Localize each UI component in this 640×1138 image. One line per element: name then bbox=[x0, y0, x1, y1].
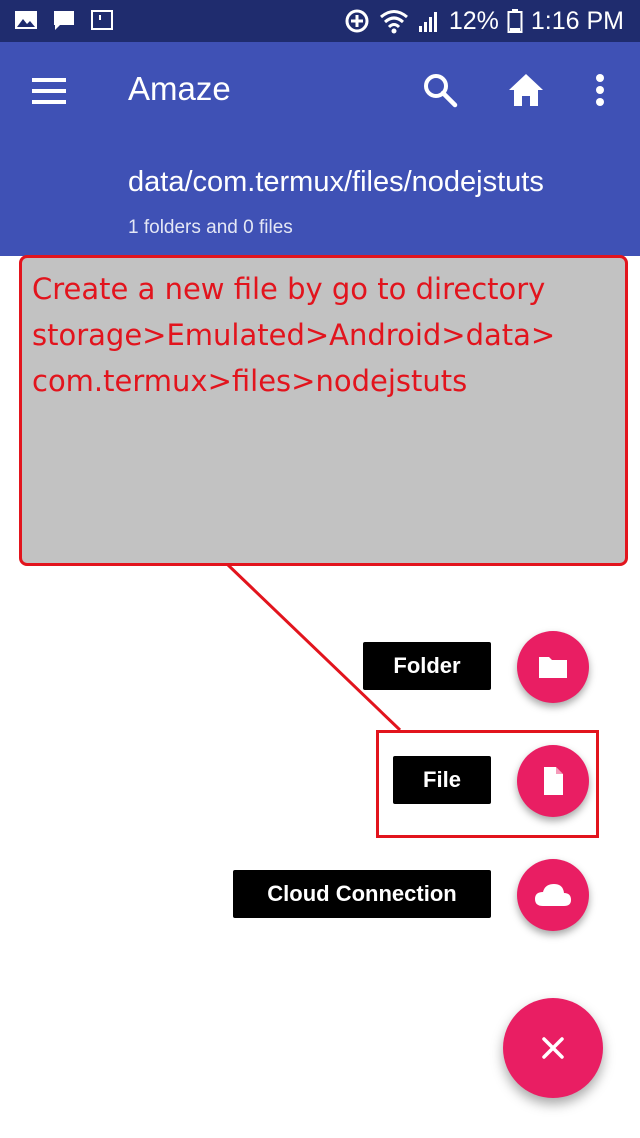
close-fab-button[interactable] bbox=[503, 998, 603, 1098]
battery-percent: 12% bbox=[448, 6, 499, 35]
folder-icon bbox=[539, 657, 567, 678]
signal-icon bbox=[418, 12, 437, 32]
status-left-icons bbox=[14, 9, 114, 31]
message-icon bbox=[54, 11, 74, 30]
folder-option-label[interactable]: Folder bbox=[363, 642, 491, 690]
status-right: 12% 1:16 PM bbox=[343, 6, 624, 36]
cloud-option-label[interactable]: Cloud Connection bbox=[233, 870, 491, 918]
cloud-icon bbox=[535, 884, 571, 906]
current-path[interactable]: data/com.termux/files/nodejstuts bbox=[128, 166, 544, 199]
app-title: Amaze bbox=[128, 70, 231, 107]
menu-icon[interactable] bbox=[30, 74, 70, 108]
file-option-highlight bbox=[376, 730, 599, 838]
new-cloud-connection-button[interactable] bbox=[517, 859, 589, 931]
clock: 1:16 PM bbox=[530, 6, 624, 35]
home-icon[interactable] bbox=[506, 70, 546, 110]
notification-icon bbox=[91, 10, 113, 30]
data-saver-icon bbox=[345, 9, 369, 33]
search-icon[interactable] bbox=[420, 70, 460, 110]
more-vert-icon[interactable] bbox=[580, 70, 620, 110]
wifi-icon bbox=[379, 10, 408, 34]
item-count: 1 folders and 0 files bbox=[128, 217, 293, 238]
status-bar: 12% 1:16 PM bbox=[0, 0, 640, 42]
annotation-callout: Create a new file by go to directory sto… bbox=[19, 255, 628, 566]
new-folder-button[interactable] bbox=[517, 631, 589, 703]
image-icon bbox=[15, 11, 37, 29]
annotation-line-2: storage>Emulated>Android>data> bbox=[32, 318, 556, 352]
app-bar: Amaze data/com.termux/files/nodejstuts 1… bbox=[0, 42, 640, 256]
close-icon bbox=[542, 1037, 564, 1059]
annotation-line-3: com.termux>files>nodejstuts bbox=[32, 364, 468, 398]
annotation-line-1: Create a new file by go to directory bbox=[32, 272, 546, 306]
battery-icon bbox=[507, 9, 523, 33]
